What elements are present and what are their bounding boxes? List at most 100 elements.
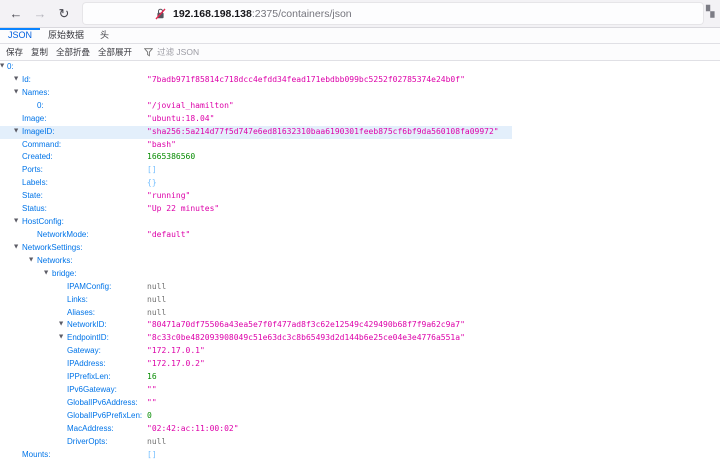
twisty-expand-icon[interactable]: ▼ bbox=[29, 254, 33, 267]
tree-row-Gateway[interactable]: Gateway: "172.17.0.1" bbox=[0, 345, 720, 358]
json-value: 1665386560 bbox=[147, 152, 196, 162]
json-value: "172.17.0.2" bbox=[147, 359, 205, 369]
tree-row-Labels[interactable]: Labels: {} bbox=[0, 177, 720, 190]
json-value: "8c33c0be482093908049c51e63dc3c8b65493d2… bbox=[147, 333, 465, 343]
tree-row-NetworkMode[interactable]: NetworkMode: "default" bbox=[0, 229, 720, 242]
collapse-all-button[interactable]: 全部折叠 bbox=[56, 46, 90, 58]
tree-row-bridge[interactable]: ▼ bridge: bbox=[0, 268, 720, 281]
json-value: "/jovial_hamilton" bbox=[147, 100, 234, 110]
twisty-expand-icon[interactable]: ▼ bbox=[59, 331, 63, 344]
tree-row-Created[interactable]: Created: 1665386560 bbox=[0, 151, 720, 164]
json-key: ImageID: bbox=[22, 126, 55, 136]
json-key: Networks: bbox=[37, 255, 73, 265]
tree-row-NetworkID[interactable]: ▼ NetworkID: "80471a70df75506a43ea5e7f0f47… bbox=[0, 319, 720, 332]
json-key: Ports: bbox=[22, 165, 43, 175]
twisty-expand-icon[interactable]: ▼ bbox=[14, 125, 18, 138]
tree-row-NetworkSettings[interactable]: ▼ NetworkSettings: bbox=[0, 242, 720, 255]
tab-headers[interactable]: 头 bbox=[92, 28, 117, 43]
json-value: null bbox=[147, 294, 167, 304]
json-key: Id: bbox=[22, 74, 31, 84]
url-path: :2375/containers/json bbox=[251, 7, 352, 20]
tree-row-IPAddress[interactable]: IPAddress: "172.17.0.2" bbox=[0, 358, 720, 371]
json-key: 0: bbox=[37, 100, 44, 110]
json-value: 0 bbox=[147, 410, 152, 420]
tree-row-IPv6Gateway[interactable]: IPv6Gateway: "" bbox=[0, 384, 720, 397]
tree-row-0[interactable]: ▼ 0: bbox=[0, 61, 720, 74]
twisty-expand-icon[interactable]: ▼ bbox=[59, 318, 63, 331]
filter-json-input[interactable]: 过滤 JSON bbox=[144, 46, 199, 58]
json-value: "default" bbox=[147, 229, 191, 239]
json-key: Gateway: bbox=[67, 346, 101, 356]
json-key: HostConfig: bbox=[22, 217, 64, 227]
json-value: "80471a70df75506a43ea5e7f0f477ad8f3c62e1… bbox=[147, 320, 465, 330]
json-key: Mounts: bbox=[22, 449, 51, 459]
tree-row-Aliases[interactable]: Aliases: null bbox=[0, 307, 720, 320]
browser-toolbar: ← → ↻ 192.168.198.138:2375/containers/js… bbox=[0, 0, 720, 28]
tree-row-Id[interactable]: ▼ Id: "7badb971f85814c718dcc4efdd34fead171… bbox=[0, 74, 720, 87]
tree-row-ImageID[interactable]: ▼ ImageID: "sha256:5a214d77f5d747e6ed81632… bbox=[0, 125, 512, 139]
save-button[interactable]: 保存 bbox=[6, 46, 23, 58]
cropped-icon: ▚ bbox=[706, 6, 715, 18]
tree-row-0[interactable]: 0: "/jovial_hamilton" bbox=[0, 100, 720, 113]
json-key: Created: bbox=[22, 152, 53, 162]
tree-row-EndpointID[interactable]: ▼ EndpointID: "8c33c0be482093908049c51e63d… bbox=[0, 332, 720, 345]
json-key: Status: bbox=[22, 204, 47, 214]
tree-row-Command[interactable]: Command: "bash" bbox=[0, 139, 720, 152]
tree-row-Links[interactable]: Links: null bbox=[0, 294, 720, 307]
copy-button[interactable]: 复制 bbox=[31, 46, 48, 58]
json-value: "sha256:5a214d77f5d747e6ed81632310baa619… bbox=[147, 126, 499, 136]
tree-row-MacAddress[interactable]: MacAddress: "02:42:ac:11:00:02" bbox=[0, 423, 720, 436]
tree-row-State[interactable]: State: "running" bbox=[0, 190, 720, 203]
insecure-lock-icon[interactable] bbox=[155, 8, 166, 20]
tree-row-Ports[interactable]: Ports: [] bbox=[0, 164, 720, 177]
json-key: Labels: bbox=[22, 178, 48, 188]
tree-row-Networks[interactable]: ▼ Networks: bbox=[0, 255, 720, 268]
json-viewer-toolbar: 保存 复制 全部折叠 全部展开 过滤 JSON bbox=[0, 44, 720, 61]
json-key: bridge: bbox=[52, 268, 77, 278]
json-value: [] bbox=[147, 165, 157, 175]
url-text[interactable]: 192.168.198.138:2375/containers/json bbox=[173, 8, 352, 20]
tree-row-Names[interactable]: ▼ Names: bbox=[0, 87, 720, 100]
twisty-expand-icon[interactable]: ▼ bbox=[14, 73, 18, 86]
twisty-expand-icon[interactable]: ▼ bbox=[44, 267, 48, 280]
tree-row-DriverOpts[interactable]: DriverOpts: null bbox=[0, 436, 720, 449]
json-key: Names: bbox=[22, 87, 50, 97]
json-key: GlobalIPv6PrefixLen: bbox=[67, 410, 143, 420]
tree-row-GlobalIPv6PrefixLen[interactable]: GlobalIPv6PrefixLen: 0 bbox=[0, 410, 720, 423]
json-value: null bbox=[147, 436, 167, 446]
forward-icon[interactable]: → bbox=[28, 0, 52, 27]
tree-row-IPAMConfig[interactable]: IPAMConfig: null bbox=[0, 281, 720, 294]
reload-icon[interactable]: ↻ bbox=[52, 0, 76, 27]
json-key: DriverOpts: bbox=[67, 436, 108, 446]
twisty-expand-icon[interactable]: ▼ bbox=[14, 241, 18, 254]
json-value: "bash" bbox=[147, 139, 176, 149]
tree-row-HostConfig[interactable]: ▼ HostConfig: bbox=[0, 216, 720, 229]
tree-row-GlobalIPv6Address[interactable]: GlobalIPv6Address: "" bbox=[0, 397, 720, 410]
json-value: "" bbox=[147, 397, 157, 407]
json-tree: ▼ 0: ▼ Id: "7badb971f85814c718dcc4efdd34fead… bbox=[0, 61, 720, 462]
json-key: Image: bbox=[22, 113, 47, 123]
json-key: NetworkID: bbox=[67, 320, 107, 330]
expand-all-button[interactable]: 全部展开 bbox=[98, 46, 132, 58]
tree-row-Mounts[interactable]: Mounts: [] bbox=[0, 449, 720, 462]
json-value: [] bbox=[147, 449, 157, 459]
tab-raw-data[interactable]: 原始数据 bbox=[40, 28, 92, 43]
json-value: "ubuntu:18.04" bbox=[147, 113, 215, 123]
back-icon[interactable]: ← bbox=[4, 0, 28, 27]
twisty-expand-icon[interactable]: ▼ bbox=[0, 60, 4, 73]
address-bar[interactable]: 192.168.198.138:2375/containers/json bbox=[83, 3, 703, 24]
tab-json[interactable]: JSON bbox=[0, 28, 41, 43]
json-key: NetworkMode: bbox=[37, 229, 89, 239]
json-key: IPPrefixLen: bbox=[67, 372, 111, 382]
twisty-expand-icon[interactable]: ▼ bbox=[14, 215, 18, 228]
tree-row-Status[interactable]: Status: "Up 22 minutes" bbox=[0, 203, 720, 216]
json-value: "172.17.0.1" bbox=[147, 346, 205, 356]
funnel-icon bbox=[144, 47, 154, 57]
json-value: "Up 22 minutes" bbox=[147, 204, 220, 214]
json-key: 0: bbox=[7, 62, 14, 71]
tree-row-Image[interactable]: Image: "ubuntu:18.04" bbox=[0, 113, 720, 126]
filter-placeholder: 过滤 JSON bbox=[157, 47, 200, 57]
json-viewer-tabs: JSON 原始数据头 bbox=[0, 28, 720, 44]
twisty-expand-icon[interactable]: ▼ bbox=[14, 86, 18, 99]
tree-row-IPPrefixLen[interactable]: IPPrefixLen: 16 bbox=[0, 371, 720, 384]
